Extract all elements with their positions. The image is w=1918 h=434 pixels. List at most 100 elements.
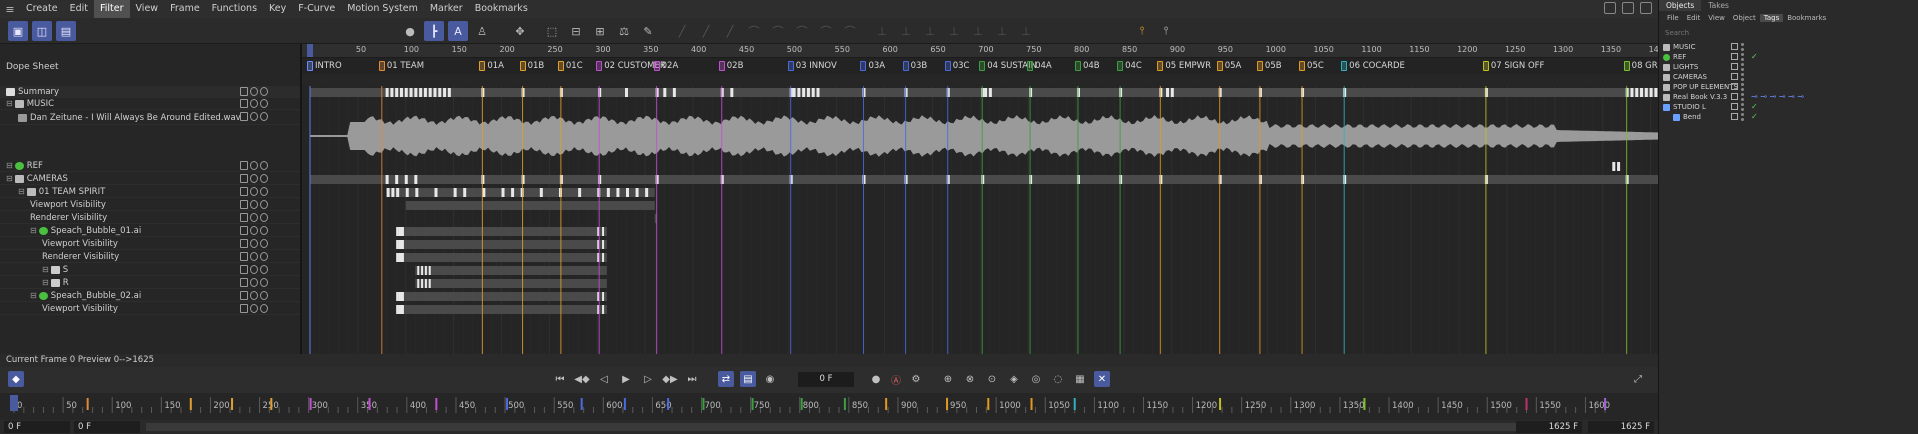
- track-ref[interactable]: ⊟ REF: [0, 160, 300, 172]
- solo-icon[interactable]: [260, 112, 268, 121]
- marker[interactable]: 03A: [860, 60, 885, 72]
- lock-icon[interactable]: [240, 187, 248, 196]
- play-icon[interactable]: ▶: [618, 371, 634, 387]
- playhead-handle[interactable]: [307, 44, 313, 57]
- solo-icon[interactable]: [260, 161, 268, 170]
- key-pla-icon[interactable]: ◎: [1028, 371, 1044, 387]
- lock-icon[interactable]: [240, 112, 248, 121]
- expand-icon[interactable]: ⊟: [6, 161, 13, 170]
- marker[interactable]: 04A: [1027, 60, 1052, 72]
- object-menu-view[interactable]: View: [1704, 14, 1729, 22]
- marker-range-icon[interactable]: ⫯: [1156, 21, 1176, 41]
- marker[interactable]: 03 INNOV: [787, 60, 837, 72]
- key-scale-icon[interactable]: ⊙: [984, 371, 1000, 387]
- track-cameras[interactable]: ⊟ CAMERAS: [0, 173, 300, 185]
- eye-icon[interactable]: [250, 239, 258, 248]
- marker[interactable]: 05A: [1216, 60, 1241, 72]
- key-rotation-icon[interactable]: ⊗: [962, 371, 978, 387]
- solo-icon[interactable]: [260, 174, 268, 183]
- key-morph-icon[interactable]: ▦: [1072, 371, 1088, 387]
- object-row[interactable]: Bend ✓: [1659, 112, 1918, 122]
- tangent-clamp-icon[interactable]: ⊥: [992, 21, 1012, 41]
- move-icon[interactable]: ✥: [510, 21, 530, 41]
- solo-icon[interactable]: [260, 239, 268, 248]
- eye-icon[interactable]: [250, 304, 258, 313]
- visibility-dots-icon[interactable]: [1741, 113, 1745, 121]
- track-summary[interactable]: Summary: [0, 86, 300, 98]
- object-checkbox[interactable]: [1731, 83, 1738, 90]
- solo-icon[interactable]: [260, 99, 268, 108]
- panel-splitter[interactable]: [300, 44, 302, 354]
- tag-icons[interactable]: ⊸ ⊸ ⊸ ⊸ ⊸ ⊸: [1751, 92, 1804, 101]
- marker-row[interactable]: INTRO 01 TEAM 01A 01B 01C 02 CUSTOMER 02A 02B 03…: [300, 58, 1885, 74]
- fcurve-mode-icon[interactable]: ◫: [32, 21, 52, 41]
- start-frame-field[interactable]: 0 F: [4, 421, 70, 433]
- marker[interactable]: 02B: [718, 60, 743, 72]
- sphere-icon[interactable]: ●: [400, 21, 420, 41]
- solo-icon[interactable]: [260, 278, 268, 287]
- key-param-icon[interactable]: ◈: [1006, 371, 1022, 387]
- marker[interactable]: 05 EMPWR: [1157, 60, 1211, 72]
- object-menu-edit[interactable]: Edit: [1683, 14, 1705, 22]
- lock-icon[interactable]: [240, 239, 248, 248]
- range-slider[interactable]: [146, 423, 1576, 431]
- marker[interactable]: 03B: [902, 60, 927, 72]
- object-checkbox[interactable]: [1731, 63, 1738, 70]
- maximize-icon[interactable]: [1640, 2, 1652, 14]
- track-param[interactable]: Renderer Visibility: [0, 212, 300, 224]
- snap-icon[interactable]: ⊟: [566, 21, 586, 41]
- eye-icon[interactable]: [250, 99, 258, 108]
- track-param[interactable]: Viewport Visibility: [0, 303, 300, 315]
- curve-easeout-icon[interactable]: ⌒: [792, 21, 812, 41]
- end-frame-field[interactable]: 1625 F: [1588, 421, 1654, 433]
- curve-step-icon[interactable]: ╱: [696, 21, 716, 41]
- eye-icon[interactable]: [250, 226, 258, 235]
- hierarchy-icon[interactable]: ┣: [424, 21, 444, 41]
- object-row[interactable]: CAMERAS: [1659, 72, 1918, 82]
- lock-icon[interactable]: [240, 304, 248, 313]
- visibility-dots-icon[interactable]: [1741, 43, 1745, 51]
- lock-icon[interactable]: [240, 200, 248, 209]
- preview-end-field[interactable]: 1625 F: [1516, 421, 1582, 433]
- track-param[interactable]: Renderer Visibility: [0, 251, 300, 263]
- solo-icon[interactable]: [260, 265, 268, 274]
- visibility-dots-icon[interactable]: [1741, 83, 1745, 91]
- expand-icon[interactable]: ⊟: [6, 99, 13, 108]
- solo-icon[interactable]: [260, 291, 268, 300]
- track-param[interactable]: Viewport Visibility: [0, 238, 300, 250]
- goto-end-icon[interactable]: ⏭: [684, 371, 700, 387]
- solo-icon[interactable]: [260, 252, 268, 261]
- dopesheet-mode-icon[interactable]: ▣: [8, 21, 28, 41]
- marker[interactable]: 01B: [519, 60, 544, 72]
- key-position-icon[interactable]: ⊕: [940, 371, 956, 387]
- menu-marker[interactable]: Marker: [424, 0, 469, 18]
- lock-icon[interactable]: [240, 87, 248, 96]
- keyframe-settings-icon[interactable]: ⚙: [908, 371, 924, 387]
- lock-icon[interactable]: [240, 174, 248, 183]
- track-object[interactable]: ⊟ Speach_Bubble_02.ai: [0, 290, 300, 302]
- lock-icon[interactable]: [240, 213, 248, 222]
- tangent-lock-icon[interactable]: ⊥: [920, 21, 940, 41]
- menu-filter[interactable]: Filter: [93, 0, 130, 18]
- menu-edit[interactable]: Edit: [64, 0, 94, 18]
- marker[interactable]: 02A: [653, 60, 678, 72]
- object-row[interactable]: STUDIO L ✓: [1659, 102, 1918, 112]
- prev-key-icon[interactable]: ◀◆: [574, 371, 590, 387]
- motion-mode-icon[interactable]: ▤: [56, 21, 76, 41]
- object-menu-object[interactable]: Object: [1729, 14, 1760, 22]
- frame-all-icon[interactable]: ⬚: [542, 21, 562, 41]
- object-row[interactable]: POP UP ELEMENTS: [1659, 82, 1918, 92]
- preview-range-icon[interactable]: ▤: [740, 371, 756, 387]
- menu-functions[interactable]: Functions: [206, 0, 263, 18]
- object-row[interactable]: Real Book V.3.3 ⊸ ⊸ ⊸ ⊸ ⊸ ⊸: [1659, 92, 1918, 102]
- object-search[interactable]: Search: [1661, 27, 1917, 39]
- track-folder[interactable]: ⊟ R: [0, 277, 300, 289]
- eye-icon[interactable]: [250, 265, 258, 274]
- brush-icon[interactable]: ✎: [638, 21, 658, 41]
- key-point-icon[interactable]: ◌: [1050, 371, 1066, 387]
- record-dot-icon[interactable]: ●: [868, 371, 884, 387]
- menu-key[interactable]: Key: [263, 0, 292, 18]
- text-icon[interactable]: A: [448, 21, 468, 41]
- keyframe-mode-icon[interactable]: ◆: [8, 371, 24, 387]
- lock-icon[interactable]: [240, 278, 248, 287]
